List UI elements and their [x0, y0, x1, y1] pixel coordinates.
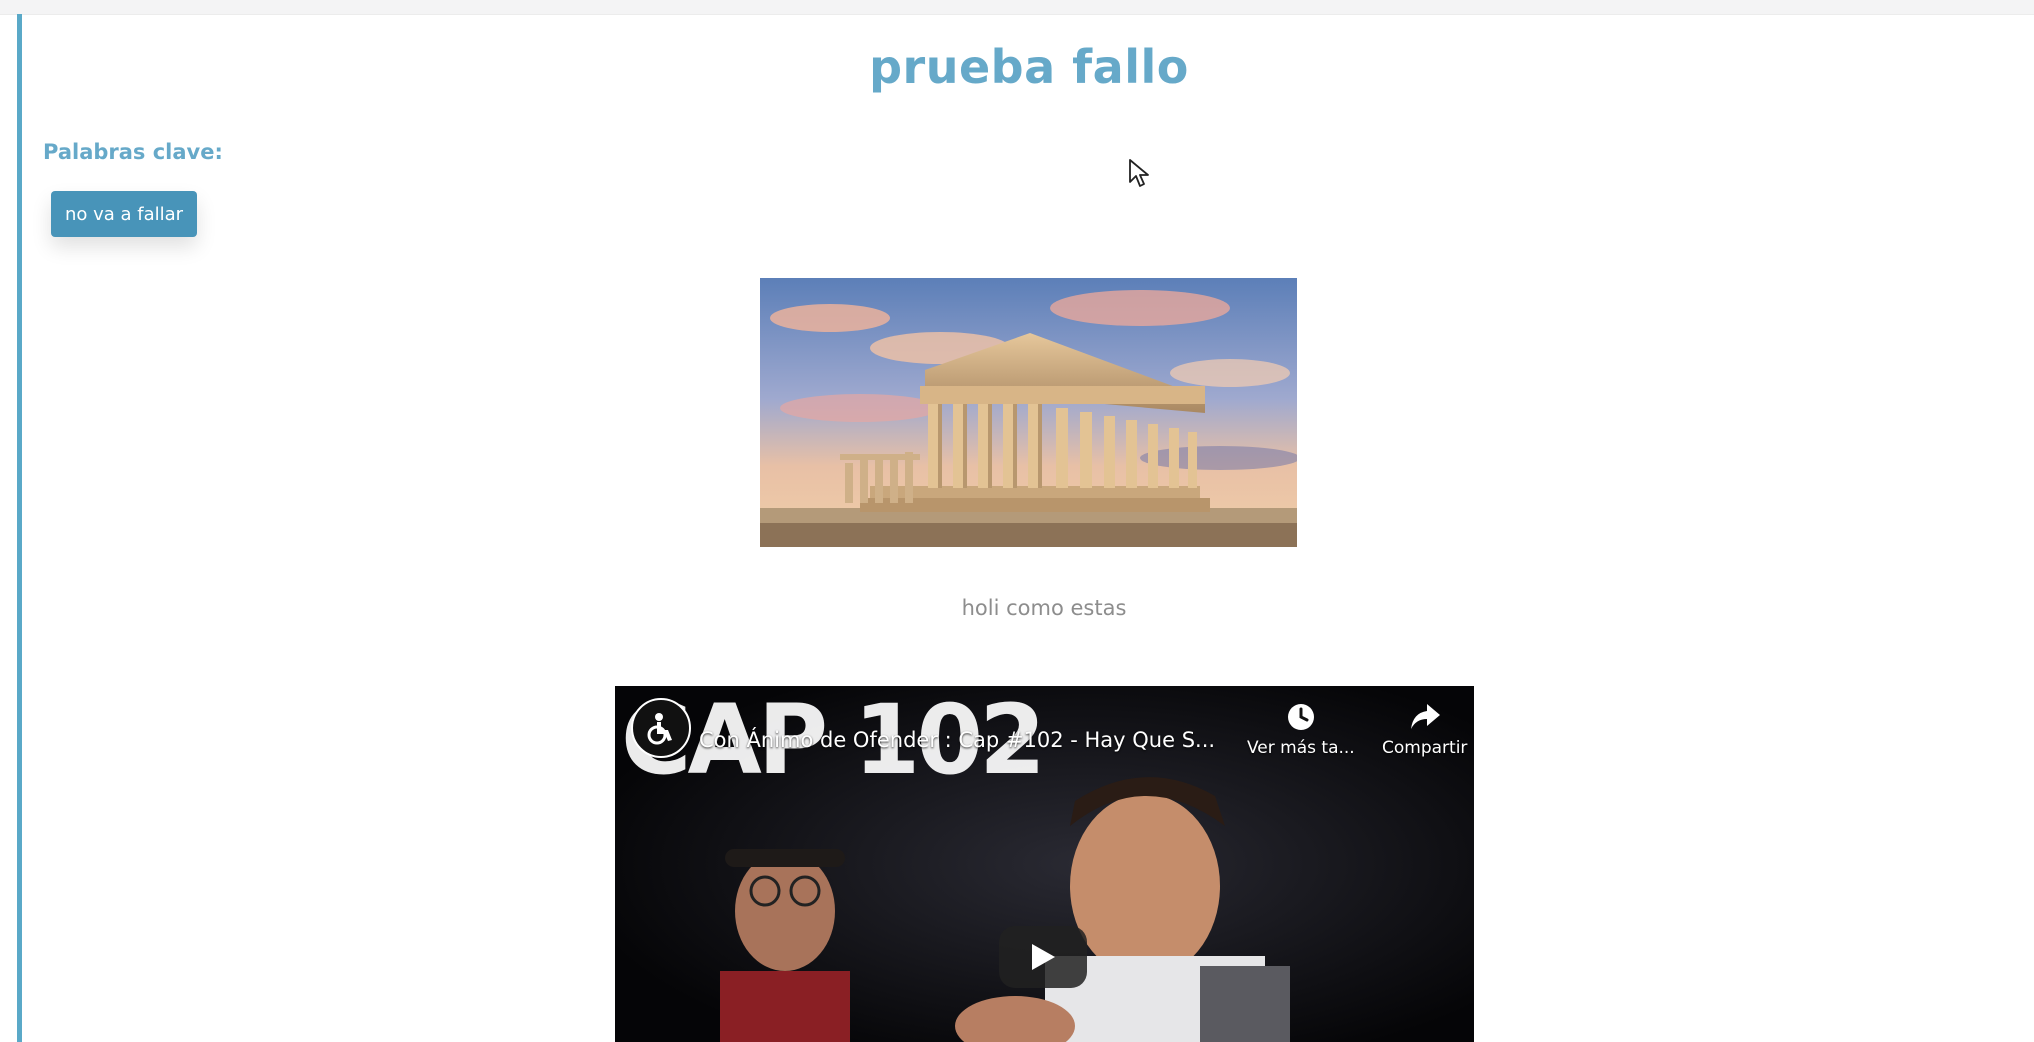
browser-top-strip	[0, 0, 2034, 15]
share-button[interactable]: Compartir	[1382, 702, 1467, 758]
keywords-label: Palabras clave:	[43, 140, 223, 164]
share-icon	[1410, 704, 1440, 729]
watch-later-label: Ver más ta...	[1247, 738, 1355, 758]
channel-avatar-icon[interactable]	[631, 698, 691, 758]
video-title[interactable]: Con Ánimo de Ofender : Cap #102 - Hay Qu…	[699, 728, 1215, 752]
youtube-embed[interactable]: CAP 102 Con Ánimo de Ofender : Cap #102 …	[615, 686, 1474, 1042]
clock-icon	[1287, 704, 1314, 730]
cursor-icon	[1129, 159, 1149, 187]
share-label: Compartir	[1382, 738, 1468, 758]
page-title: prueba fallo	[869, 40, 1189, 94]
keyword-button[interactable]: no va a fallar	[51, 191, 197, 237]
parthenon-photo	[760, 278, 1297, 547]
play-button[interactable]	[999, 926, 1087, 988]
watch-later-button[interactable]: Ver más ta...	[1247, 702, 1355, 758]
image-caption: holi como estas	[961, 596, 1127, 620]
parthenon-illustration	[760, 278, 1297, 547]
play-icon	[1032, 944, 1055, 970]
